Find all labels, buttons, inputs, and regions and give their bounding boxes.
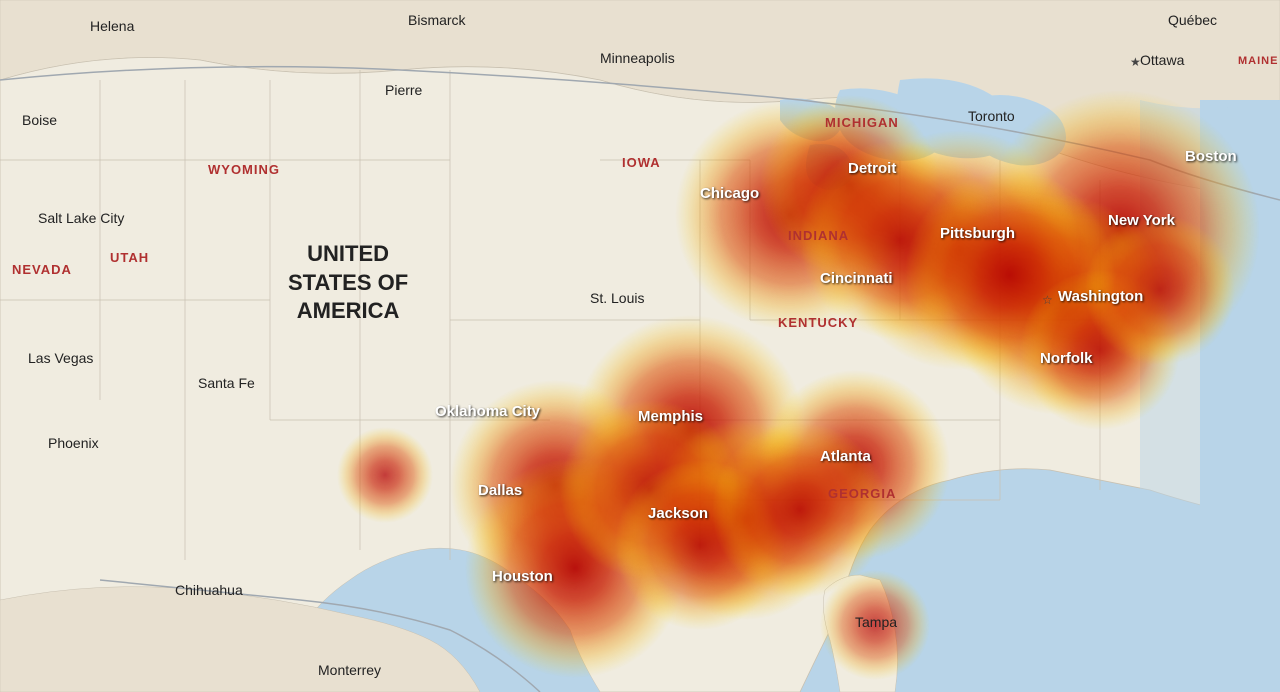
washington-star: ☆: [1042, 293, 1053, 307]
ottawa-star: ★: [1130, 55, 1141, 69]
map-container: Helena Bismarck Minneapolis Pierre Boise…: [0, 0, 1280, 692]
map-svg: [0, 0, 1280, 692]
